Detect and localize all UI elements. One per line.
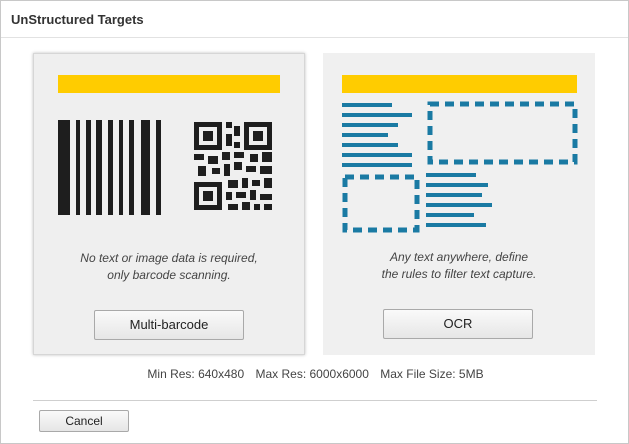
dialog-title: UnStructured Targets (11, 12, 144, 27)
unstructured-targets-dialog: UnStructured Targets No text or image da… (0, 0, 629, 444)
min-res-label: Min Res: 640x480 (147, 367, 245, 381)
accent-bar (58, 75, 280, 93)
max-file-size-label: Max File Size: 5MB (380, 367, 484, 381)
cancel-button[interactable]: Cancel (39, 410, 129, 432)
description-line: Any text anywhere, define (389, 250, 529, 264)
text-lines-icon (342, 103, 492, 227)
multi-barcode-description: No text or image data is required, only … (34, 250, 304, 284)
accent-bar (342, 75, 577, 93)
barcode-qr-illustration (58, 120, 272, 215)
resolution-info: Min Res: 640x480 Max Res: 6000x6000 Max … (1, 367, 629, 381)
ocr-button[interactable]: OCR (383, 309, 533, 339)
qr-code-icon (194, 122, 272, 210)
multi-barcode-button[interactable]: Multi-barcode (94, 310, 244, 340)
description-line: the rules to filter text capture. (381, 267, 537, 281)
description-line: No text or image data is required, (80, 251, 258, 265)
multi-barcode-card[interactable]: No text or image data is required, only … (33, 53, 305, 355)
dialog-titlebar: UnStructured Targets (1, 1, 628, 38)
ocr-text-regions-illustration (342, 101, 578, 233)
ocr-card[interactable]: Any text anywhere, define the rules to f… (323, 53, 595, 355)
description-line: only barcode scanning. (107, 268, 231, 282)
footer-divider (33, 400, 597, 401)
ocr-description: Any text anywhere, define the rules to f… (323, 249, 595, 283)
max-res-label: Max Res: 6000x6000 (255, 367, 369, 381)
barcode-icon (58, 120, 161, 215)
